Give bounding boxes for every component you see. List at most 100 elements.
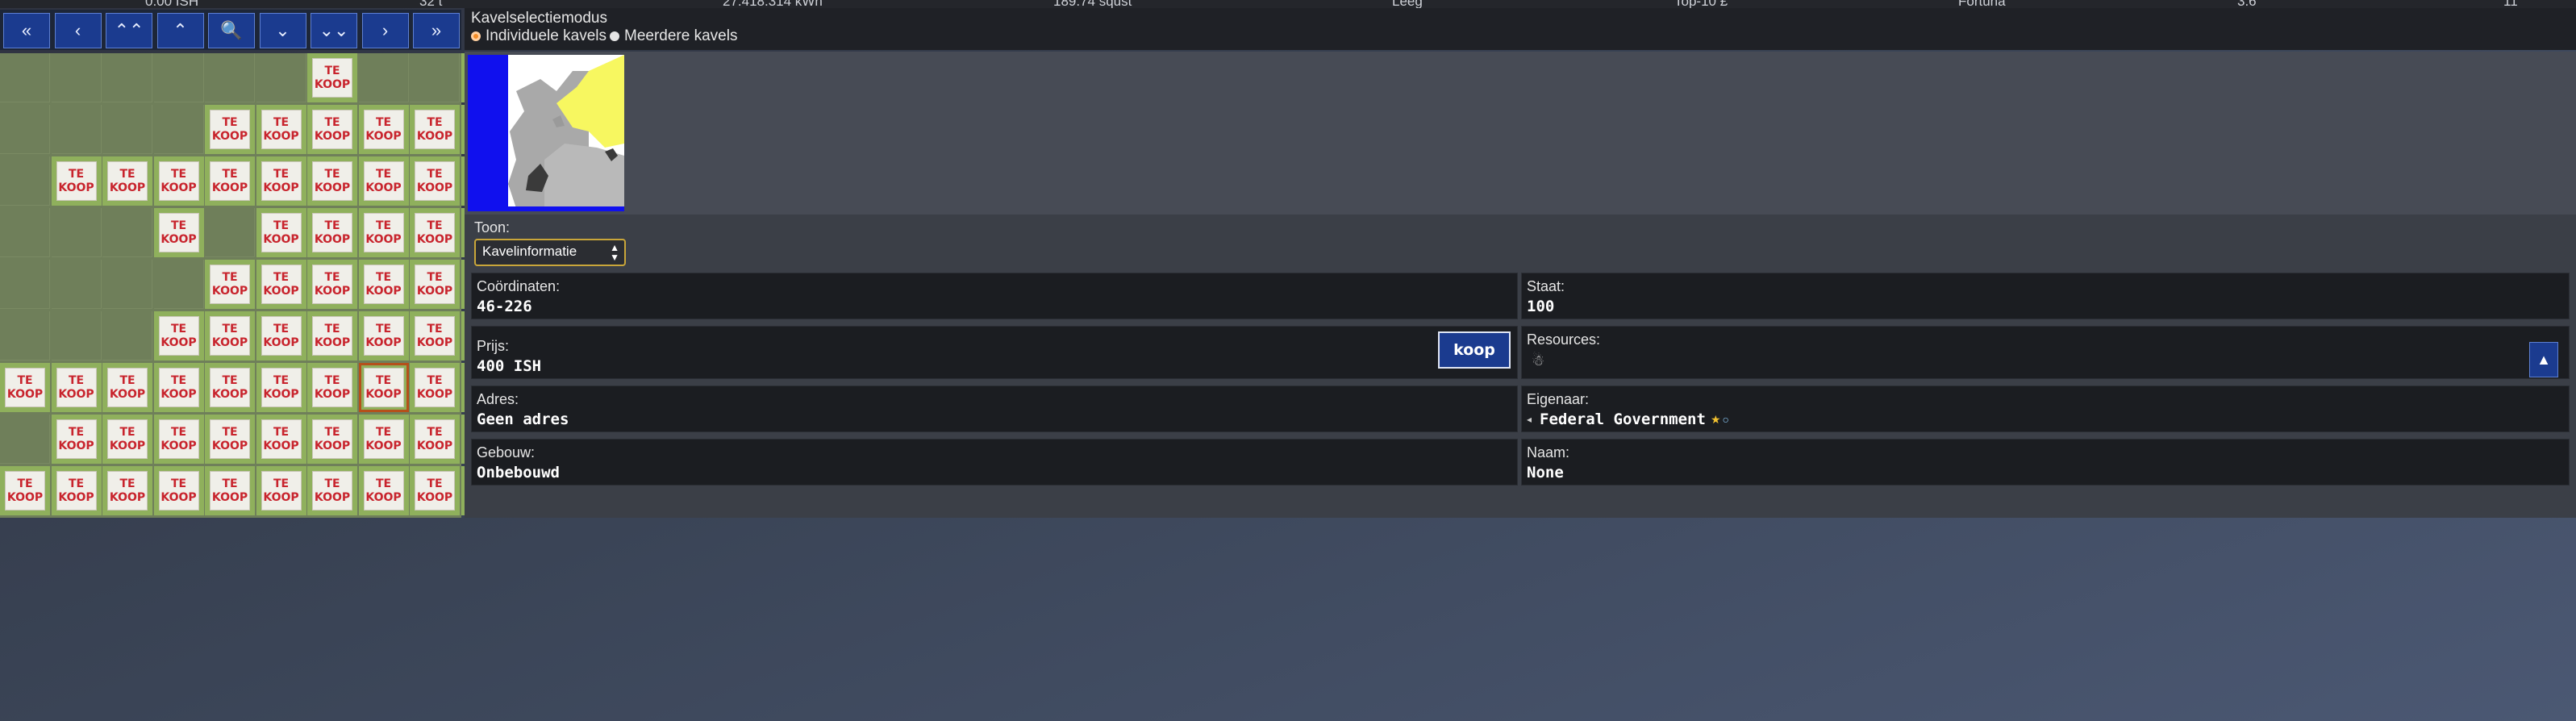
- plot-for-sale[interactable]: TEKOOP: [358, 105, 409, 154]
- buy-button[interactable]: koop: [1438, 331, 1511, 369]
- plot-for-sale[interactable]: TEKOOP: [256, 415, 306, 464]
- plot-for-sale[interactable]: TEKOOP: [51, 466, 102, 515]
- plot-for-sale[interactable]: TEKOOP: [153, 208, 204, 257]
- plot-for-sale[interactable]: TEKOOP: [410, 363, 460, 412]
- plot-for-sale[interactable]: TEKOOP: [51, 363, 102, 412]
- plot-empty[interactable]: [358, 53, 409, 102]
- plot-for-sale[interactable]: TEKOOP: [410, 105, 460, 154]
- plot-for-sale[interactable]: TEKOOP: [256, 260, 306, 309]
- plot-for-sale[interactable]: TEKOOP: [307, 415, 357, 464]
- plot-empty[interactable]: [102, 208, 152, 257]
- plot-for-sale[interactable]: TEKOOP: [102, 156, 152, 206]
- search-button[interactable]: 🔍: [208, 13, 255, 48]
- plot-for-sale[interactable]: TEKOOP: [307, 208, 357, 257]
- last-page-button[interactable]: »: [413, 13, 460, 48]
- plot-for-sale[interactable]: TEKOOP: [51, 156, 102, 206]
- plot-empty[interactable]: [51, 208, 102, 257]
- scroll-down-button[interactable]: ⌄: [259, 13, 306, 48]
- plot-for-sale[interactable]: TEKOOP: [256, 105, 306, 154]
- plot-for-sale[interactable]: TEKOOP: [205, 363, 255, 412]
- tree-icon[interactable]: ▲: [2529, 342, 2558, 377]
- radio-selected-icon[interactable]: [471, 31, 481, 41]
- plot-for-sale[interactable]: TEKOOP: [358, 156, 409, 206]
- plot-empty[interactable]: [51, 53, 102, 102]
- plot-for-sale[interactable]: TEKOOP: [410, 311, 460, 360]
- plot-empty[interactable]: [102, 105, 152, 154]
- minimap[interactable]: [468, 55, 624, 211]
- plot-for-sale[interactable]: TEKOOP: [307, 53, 357, 102]
- plot-for-sale[interactable]: TEKOOP: [153, 363, 204, 412]
- plot-for-sale[interactable]: TEKOOP: [307, 363, 357, 412]
- plot-empty[interactable]: [153, 260, 204, 309]
- plot-for-sale[interactable]: TEKOOP: [153, 415, 204, 464]
- plot-empty[interactable]: [102, 311, 152, 360]
- plot-for-sale[interactable]: TEKOOP: [205, 156, 255, 206]
- plot-empty[interactable]: [51, 311, 102, 360]
- plot-for-sale[interactable]: TEKOOP: [153, 311, 204, 360]
- plot-for-sale[interactable]: TEKOOP: [358, 311, 409, 360]
- plot-empty[interactable]: [0, 208, 50, 257]
- plot-for-sale[interactable]: TEKOOP: [205, 260, 255, 309]
- plot-empty[interactable]: [205, 208, 255, 257]
- plot-for-sale[interactable]: TEKOOP: [205, 105, 255, 154]
- first-page-button[interactable]: «: [3, 13, 50, 48]
- plot-empty[interactable]: [102, 260, 152, 309]
- plot-for-sale[interactable]: TEKOOP: [256, 208, 306, 257]
- plot-empty[interactable]: [153, 53, 204, 102]
- plot-for-sale[interactable]: TEKOOP: [153, 156, 204, 206]
- plot-for-sale[interactable]: TEKOOP: [307, 105, 357, 154]
- plot-for-sale[interactable]: TEKOOP: [358, 208, 409, 257]
- plot-for-sale[interactable]: TEKOOP: [358, 260, 409, 309]
- plot-for-sale[interactable]: TEKOOP: [153, 466, 204, 515]
- plot-for-sale[interactable]: TEKOOP: [256, 311, 306, 360]
- scroll-up-button[interactable]: ⌃: [156, 13, 204, 48]
- plot-for-sale[interactable]: TEKOOP: [0, 466, 50, 515]
- plot-empty[interactable]: [256, 53, 306, 102]
- plot-for-sale[interactable]: TEKOOP: [307, 260, 357, 309]
- plot-for-sale[interactable]: TEKOOP: [307, 311, 357, 360]
- plot-for-sale[interactable]: TEKOOP: [256, 363, 306, 412]
- show-dropdown[interactable]: Kavelinformatie ▲ ▼: [474, 239, 626, 266]
- plot-empty[interactable]: [102, 53, 152, 102]
- option-individual-plots[interactable]: Individuele kavels: [471, 27, 606, 45]
- plot-for-sale[interactable]: TEKOOP: [307, 466, 357, 515]
- plot-for-sale[interactable]: TEKOOP: [205, 466, 255, 515]
- plot-for-sale[interactable]: TEKOOP: [102, 415, 152, 464]
- plot-for-sale[interactable]: TEKOOP: [205, 415, 255, 464]
- plot-for-sale[interactable]: TEKOOP: [205, 311, 255, 360]
- plot-for-sale[interactable]: TEKOOP: [358, 466, 409, 515]
- scroll-down-fast-button[interactable]: ⌄⌄: [311, 13, 357, 48]
- plot-for-sale[interactable]: TEKOOP: [410, 156, 460, 206]
- plot-empty[interactable]: [51, 260, 102, 309]
- sign-line1: TE: [119, 477, 135, 490]
- previous-button[interactable]: ‹: [54, 13, 102, 48]
- plot-for-sale[interactable]: TEKOOP: [307, 156, 357, 206]
- plot-for-sale[interactable]: TEKOOP: [410, 415, 460, 464]
- owner-value[interactable]: Federal Government: [1540, 411, 1706, 428]
- plot-empty[interactable]: [205, 53, 255, 102]
- plot-for-sale[interactable]: TEKOOP: [358, 415, 409, 464]
- radio-unselected-icon[interactable]: [610, 31, 619, 41]
- plot-for-sale[interactable]: TEKOOP: [51, 415, 102, 464]
- option-multiple-plots[interactable]: Meerdere kavels: [610, 27, 737, 45]
- plot-for-sale[interactable]: TEKOOP: [410, 260, 460, 309]
- plot-empty[interactable]: [0, 260, 50, 309]
- plot-empty[interactable]: [0, 105, 50, 154]
- plot-for-sale[interactable]: TEKOOP: [410, 208, 460, 257]
- scroll-up-fast-button[interactable]: ⌃⌃: [106, 13, 152, 48]
- plot-empty[interactable]: [0, 156, 50, 206]
- plot-empty[interactable]: [153, 105, 204, 154]
- plot-for-sale[interactable]: TEKOOP: [358, 363, 409, 412]
- plot-for-sale[interactable]: TEKOOP: [256, 156, 306, 206]
- plot-for-sale[interactable]: TEKOOP: [410, 466, 460, 515]
- plot-for-sale[interactable]: TEKOOP: [256, 466, 306, 515]
- next-button[interactable]: ›: [361, 13, 409, 48]
- plot-for-sale[interactable]: TEKOOP: [0, 363, 50, 412]
- plot-empty[interactable]: [51, 105, 102, 154]
- plot-empty[interactable]: [0, 53, 50, 102]
- plot-for-sale[interactable]: TEKOOP: [102, 363, 152, 412]
- plot-empty[interactable]: [0, 415, 50, 464]
- plot-empty[interactable]: [0, 311, 50, 360]
- plot-empty[interactable]: [410, 53, 460, 102]
- plot-for-sale[interactable]: TEKOOP: [102, 466, 152, 515]
